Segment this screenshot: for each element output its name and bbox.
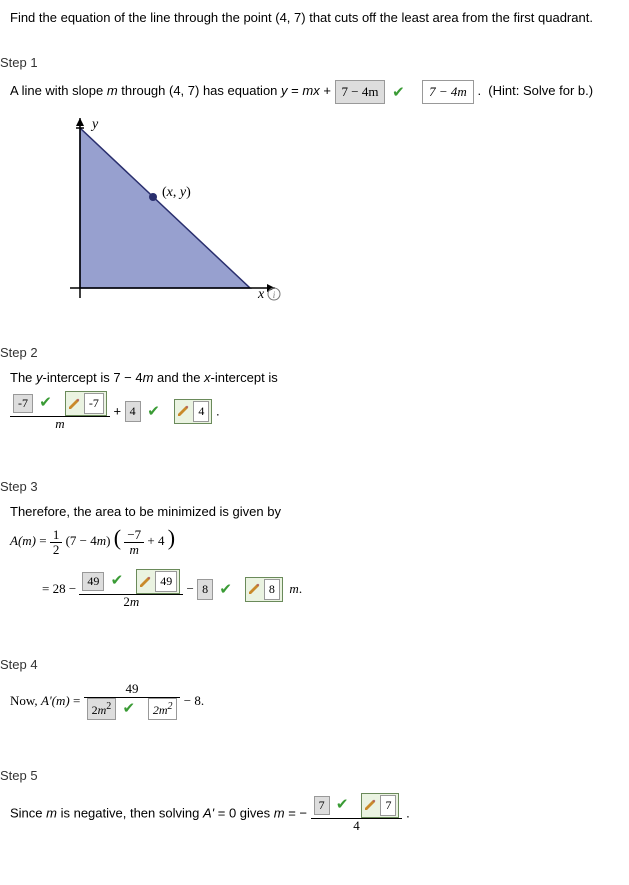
s5-m2: m <box>274 806 285 821</box>
step1-hint: (Hint: Solve for b.) <box>488 83 593 98</box>
s5-a: Since <box>10 806 46 821</box>
question-text: Find the equation of the line through th… <box>10 10 619 25</box>
triangle-diagram: y x (x, y) i <box>60 118 619 321</box>
s4-eq: = <box>70 693 84 708</box>
step1-mx: mx <box>302 83 319 98</box>
question-content: Find the equation of the line through th… <box>10 10 593 25</box>
s3-text: Therefore, the area to be minimized is g… <box>10 504 619 519</box>
pencil-icon <box>176 404 190 418</box>
s3-inner-num: −7 <box>124 528 144 543</box>
check-icon: ✔ <box>219 582 232 598</box>
s2-plus: + <box>113 404 124 419</box>
step3-label: Step 3 <box>0 479 619 494</box>
check-icon: ✔ <box>111 573 124 589</box>
s2-period: . <box>216 404 220 419</box>
s2-b: -intercept is 7 − 4 <box>43 370 143 385</box>
step4-body: Now, A'(m) = 49 2m2 ✔ 2m2 − 8. <box>10 682 619 719</box>
step1-answer: 7 − 4m <box>342 84 379 99</box>
s3-m-suffix: m <box>289 581 298 596</box>
s4-den-box[interactable]: 2m2 <box>87 698 117 720</box>
s2-ans2-rev-val: 4 <box>193 401 209 422</box>
s2-a: The <box>10 370 36 385</box>
step1-label: Step 1 <box>0 55 619 70</box>
s5-period: . <box>406 806 410 821</box>
step1-eqmid: = <box>288 83 303 98</box>
s5-num-rev-val: 7 <box>380 795 396 816</box>
s3-ansa-rev-val: 49 <box>155 571 177 592</box>
s4-num: 49 <box>84 682 181 697</box>
s3-am: A(m) <box>10 533 36 548</box>
s5-den: 4 <box>311 819 403 833</box>
check-icon: ✔ <box>147 403 160 420</box>
check-icon: ✔ <box>39 395 52 411</box>
s5-num-box[interactable]: 7 <box>314 796 330 815</box>
step5-label: Step 5 <box>0 768 619 783</box>
step1-dot: . <box>477 83 481 98</box>
diagram-svg: y x (x, y) i <box>60 118 290 318</box>
s2-d: -intercept is <box>211 370 278 385</box>
s4-apm: A'(m) <box>41 693 70 708</box>
x-axis-label: x <box>257 287 265 302</box>
check-icon: ✔ <box>122 701 135 717</box>
s3-ansa-rev: 49 <box>136 569 180 594</box>
s3-ansb-box[interactable]: 8 <box>197 579 213 600</box>
pencil-icon <box>247 582 261 596</box>
s5-m: m <box>46 806 57 821</box>
s5-c: = 0 gives <box>214 806 274 821</box>
step5-body: Since m is negative, then solving A' = 0… <box>10 793 619 833</box>
pencil-icon <box>138 575 152 589</box>
info-icon: i <box>268 288 280 300</box>
s3-den-2m: 2m <box>79 595 183 609</box>
s5-ap: A' <box>203 806 214 821</box>
s2-c: and the <box>153 370 204 385</box>
step1-answer-box[interactable]: 7 − 4m <box>335 80 386 104</box>
s3-period: . <box>299 581 302 596</box>
s2-ans1-rev-val: -7 <box>84 393 104 414</box>
step1-pre: A line with slope <box>10 83 107 98</box>
s3-inner-plus: + 4 <box>147 533 164 548</box>
s3-minus: − <box>187 581 198 596</box>
s4-now: Now, <box>10 693 41 708</box>
s3-ansb-rev-val: 8 <box>264 579 280 600</box>
step1-graded-box: 7 − 4m <box>422 80 474 104</box>
point-label: (x, y) <box>162 185 191 200</box>
s5-d: = − <box>285 806 311 821</box>
y-axis-label: y <box>90 118 99 132</box>
check-icon: ✔ <box>392 84 405 101</box>
s3-ansb-rev: 8 <box>245 577 283 602</box>
s5-num-rev: 7 <box>361 793 399 818</box>
s4-minus8: − 8. <box>184 693 204 708</box>
s4-graded-box: 2m2 <box>148 698 178 720</box>
step1-mid: through (4, 7) has equation <box>118 83 281 98</box>
s2-ans2-box[interactable]: 4 <box>125 401 141 422</box>
s3-line2eq: = 28 − <box>42 581 79 596</box>
svg-text:i: i <box>273 290 276 300</box>
check-icon: ✔ <box>336 797 349 813</box>
step4-label: Step 4 <box>0 657 619 672</box>
step1-body: A line with slope m through (4, 7) has e… <box>10 80 619 321</box>
s2-ans2-rev: 4 <box>174 399 213 424</box>
step2-label: Step 2 <box>0 345 619 360</box>
s2-m: m <box>143 370 154 385</box>
s3-factor1: (7 − 4m) <box>66 533 111 548</box>
pencil-icon <box>67 397 81 411</box>
s2-den-m: m <box>10 417 110 431</box>
step1-m: m <box>107 83 118 98</box>
s2-ans1-rev: -7 <box>65 391 107 416</box>
pencil-icon <box>363 798 377 812</box>
step3-body: Therefore, the area to be minimized is g… <box>10 504 619 609</box>
step2-body: The y-intercept is 7 − 4m and the x-inte… <box>10 370 619 431</box>
s3-ansa-box[interactable]: 49 <box>82 572 104 591</box>
s3-eq: = <box>36 533 50 548</box>
s5-b: is negative, then solving <box>57 806 203 821</box>
s3-inner-den: m <box>124 543 144 557</box>
step1-plus: + <box>320 83 335 98</box>
s3-half-num: 1 <box>50 528 63 543</box>
s2-ans1-box[interactable]: -7 <box>13 394 33 413</box>
s3-half-den: 2 <box>50 543 63 557</box>
